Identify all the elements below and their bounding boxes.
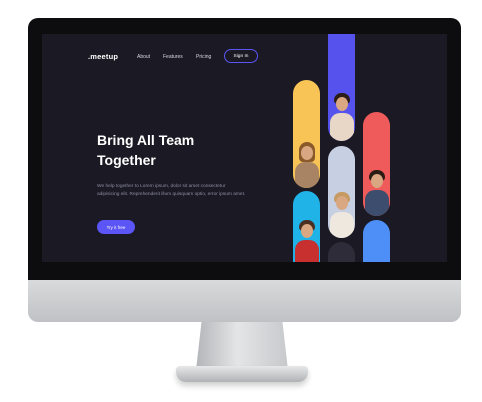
sign-in-button[interactable]: Sign In <box>224 49 258 63</box>
monitor-chin <box>28 280 461 322</box>
photo-man-thumbs-up <box>294 220 319 262</box>
pill-light <box>328 146 355 238</box>
hero-title-line1: Bring All Team <box>97 132 195 148</box>
photo-woman-smiling <box>294 142 319 188</box>
hero-description: We help together to Lorem ipsum, dolor s… <box>97 184 246 197</box>
hero-title-line2: Together <box>97 152 156 168</box>
monitor-stand-neck <box>196 322 288 370</box>
photo-woman-praying-hands <box>329 192 354 238</box>
monitor-stand-base <box>176 366 308 382</box>
pill-red <box>363 112 390 216</box>
pill-yellow <box>293 80 320 188</box>
photo-woman-with-flowers <box>329 93 354 141</box>
nav-pricing[interactable]: Pricing <box>196 54 211 60</box>
pill-cyan <box>293 191 320 262</box>
website-screen: .meetup About Features Pricing Sign In B… <box>42 34 447 262</box>
try-free-button[interactable]: Try it free <box>97 220 135 234</box>
site-logo[interactable]: .meetup <box>88 52 118 61</box>
pill-purple <box>328 34 355 141</box>
nav-features[interactable]: Features <box>163 54 183 60</box>
nav-about[interactable]: About <box>137 54 150 60</box>
pill-blue <box>363 220 390 262</box>
pill-dark <box>328 242 355 262</box>
hero-title: Bring All Team Together <box>97 130 237 170</box>
photo-man-smiling <box>364 170 389 216</box>
